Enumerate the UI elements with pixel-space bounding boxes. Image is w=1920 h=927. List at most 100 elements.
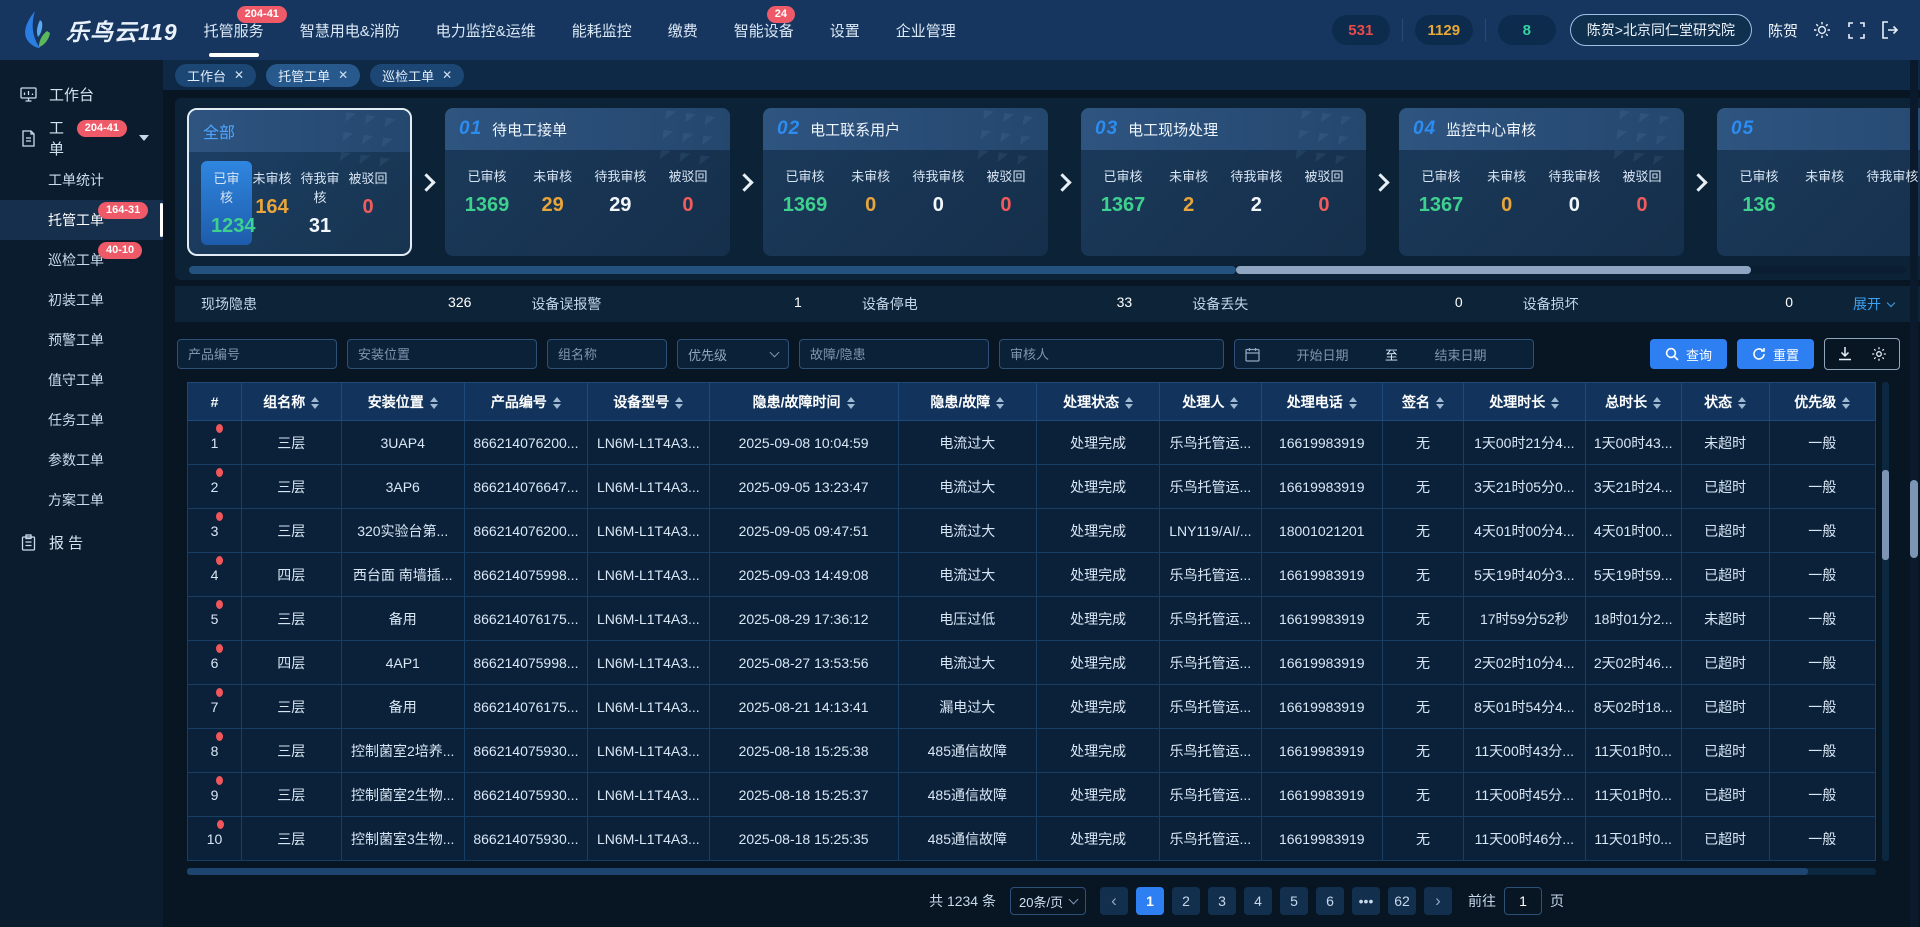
alarm-counter-1[interactable]: 1129 (1415, 15, 1473, 45)
fault-input[interactable] (810, 347, 978, 362)
tab-工作台[interactable]: 工作台✕ (175, 64, 256, 87)
alarm-counter-0[interactable]: 531 (1332, 15, 1390, 45)
date-range-picker[interactable]: 开始日期 至 结束日期 (1234, 339, 1534, 369)
alarm-counter-2[interactable]: 8 (1498, 15, 1556, 45)
location-input[interactable] (358, 347, 526, 362)
org-selector[interactable]: 陈贺>北京同仁堂研究院 (1570, 14, 1752, 46)
sort-icon[interactable] (1349, 397, 1357, 409)
download-icon[interactable] (1836, 345, 1854, 363)
table-vscrollbar-thumb[interactable] (1882, 470, 1889, 560)
workflow-card-02[interactable]: 02电工联系用户已审核1369未审核0待我审核0被驳回0 (763, 108, 1048, 256)
sort-icon[interactable] (1230, 397, 1238, 409)
fullscreen-icon[interactable] (1846, 20, 1866, 40)
page-button-62[interactable]: 62 (1388, 887, 1416, 915)
page-button-3[interactable]: 3 (1208, 887, 1236, 915)
nav-item-6[interactable]: 设置 (830, 0, 860, 60)
app-logo[interactable]: 乐鸟云119 (20, 10, 178, 50)
user-menu[interactable]: 陈贺 (1768, 20, 1798, 41)
nav-item-5[interactable]: 智能设备24 (734, 0, 794, 60)
column-header-设备型号[interactable]: 设备型号 (588, 383, 710, 421)
tab-巡检工单[interactable]: 巡检工单✕ (370, 64, 464, 87)
column-header-处理时长[interactable]: 处理时长 (1464, 383, 1586, 421)
column-header-状态[interactable]: 状态 (1681, 383, 1769, 421)
column-header-总时长[interactable]: 总时长 (1585, 383, 1681, 421)
reset-button[interactable]: 重置 (1737, 339, 1814, 369)
logout-icon[interactable] (1880, 20, 1900, 40)
sort-icon[interactable] (1738, 397, 1746, 409)
page-scrollbar-thumb[interactable] (1910, 480, 1918, 558)
group-name-input[interactable] (558, 347, 656, 362)
column-header-处理状态[interactable]: 处理状态 (1037, 383, 1160, 421)
sort-icon[interactable] (430, 397, 438, 409)
column-header-隐患/故障[interactable]: 隐患/故障 (898, 383, 1036, 421)
sidebar-item-1[interactable]: 工 单204-41 (0, 116, 163, 160)
card-stat-未审核[interactable]: 未审核2 (1165, 166, 1213, 217)
tab-托管工单[interactable]: 托管工单✕ (266, 64, 360, 87)
column-header-处理人[interactable]: 处理人 (1160, 383, 1261, 421)
workflow-card-03[interactable]: 03电工现场处理已审核1367未审核2待我审核2被驳回0 (1081, 108, 1366, 256)
table-row[interactable]: 6四层4AP1866214075998...LN6M-L1T4A3...2025… (188, 641, 1876, 685)
sort-icon[interactable] (996, 397, 1004, 409)
card-stat-已审核[interactable]: 已审核1234 (201, 161, 252, 245)
card-stat-被驳回[interactable]: 被驳回0 (664, 166, 712, 217)
table-row[interactable]: 1三层3UAP4866214076200...LN6M-L1T4A3...202… (188, 421, 1876, 465)
nav-item-7[interactable]: 企业管理 (896, 0, 956, 60)
reviewer-input[interactable] (1010, 347, 1213, 362)
card-stat-已审核[interactable]: 已审核1367 (1417, 166, 1465, 217)
card-stat-已审核[interactable]: 已审核1369 (463, 166, 511, 217)
nav-item-1[interactable]: 智慧用电&消防 (300, 0, 400, 60)
reviewer-field[interactable] (999, 339, 1224, 369)
card-stat-被驳回[interactable]: 被驳回0 (344, 168, 392, 245)
table-row[interactable]: 7三层备用866214076175...LN6M-L1T4A3...2025-0… (188, 685, 1876, 729)
table-row[interactable]: 8三层控制菌室2培养...866214075930...LN6M-L1T4A3.… (188, 729, 1876, 773)
location-field[interactable] (347, 339, 537, 369)
priority-select[interactable]: 优先级 (677, 339, 789, 369)
table-horizontal-scrollbar[interactable] (187, 868, 1876, 875)
sidebar-subitem-工单统计[interactable]: 工单统计 (0, 160, 163, 200)
column-header-产品编号[interactable]: 产品编号 (464, 383, 587, 421)
card-stat-已审核[interactable]: 已审核1369 (781, 166, 829, 217)
workflow-card-01[interactable]: 01待电工接单已审核1369未审核29待我审核29被驳回0 (445, 108, 730, 256)
group-name-field[interactable] (547, 339, 667, 369)
sort-icon[interactable] (847, 397, 855, 409)
sidebar-subitem-巡检工单[interactable]: 巡检工单40-10 (0, 240, 163, 280)
column-header-签名[interactable]: 签名 (1383, 383, 1464, 421)
page-button-2[interactable]: 2 (1172, 887, 1200, 915)
table-row[interactable]: 5三层备用866214076175...LN6M-L1T4A3...2025-0… (188, 597, 1876, 641)
nav-item-4[interactable]: 缴费 (668, 0, 698, 60)
card-stat-未审核[interactable]: 未审核0 (847, 166, 895, 217)
theme-sun-icon[interactable] (1812, 20, 1832, 40)
fault-field[interactable] (799, 339, 989, 369)
sidebar-subitem-预警工单[interactable]: 预警工单 (0, 320, 163, 360)
sidebar-subitem-方案工单[interactable]: 方案工单 (0, 480, 163, 520)
sort-icon[interactable] (1436, 397, 1444, 409)
column-header-处理电话[interactable]: 处理电话 (1261, 383, 1383, 421)
table-row[interactable]: 9三层控制菌室2生物...866214075930...LN6M-L1T4A3.… (188, 773, 1876, 817)
sidebar-subitem-任务工单[interactable]: 任务工单 (0, 400, 163, 440)
nav-item-0[interactable]: 托管服务204-41 (204, 0, 264, 60)
more-pages-button[interactable]: ••• (1352, 887, 1380, 915)
table-vertical-scrollbar[interactable] (1882, 382, 1889, 861)
table-hscrollbar-thumb[interactable] (187, 868, 1808, 875)
nav-item-3[interactable]: 能耗监控 (572, 0, 632, 60)
sidebar-subitem-参数工单[interactable]: 参数工单 (0, 440, 163, 480)
goto-page-input[interactable] (1504, 887, 1542, 915)
card-stat-未审核[interactable]: 未审核0 (1483, 166, 1531, 217)
card-stat-待我审核[interactable]: 待我审核0 (1548, 166, 1600, 217)
workflow-card-all[interactable]: 全部已审核1234未审核164待我审核31被驳回0 (187, 108, 412, 256)
workflow-card-05[interactable]: 05已审核136未审核待我审核被驳回 (1717, 108, 1920, 256)
card-stat-已审核[interactable]: 已审核136 (1735, 166, 1783, 217)
sidebar-subitem-初装工单[interactable]: 初装工单 (0, 280, 163, 320)
card-stat-被驳回[interactable]: 被驳回0 (982, 166, 1030, 217)
close-icon[interactable]: ✕ (442, 69, 452, 81)
sort-icon[interactable] (553, 397, 561, 409)
sort-icon[interactable] (675, 397, 683, 409)
card-stat-被驳回[interactable]: 被驳回0 (1618, 166, 1666, 217)
card-stat-未审核[interactable]: 未审核 (1801, 166, 1849, 217)
card-stat-待我审核[interactable]: 待我审核0 (912, 166, 964, 217)
table-row[interactable]: 10三层控制菌室3生物...866214075930...LN6M-L1T4A3… (188, 817, 1876, 861)
product-no-field[interactable] (177, 339, 337, 369)
prev-page-button[interactable]: ‹ (1100, 887, 1128, 915)
workflow-card-04[interactable]: 04监控中心审核已审核1367未审核0待我审核0被驳回0 (1399, 108, 1684, 256)
search-button[interactable]: 查询 (1650, 339, 1727, 369)
